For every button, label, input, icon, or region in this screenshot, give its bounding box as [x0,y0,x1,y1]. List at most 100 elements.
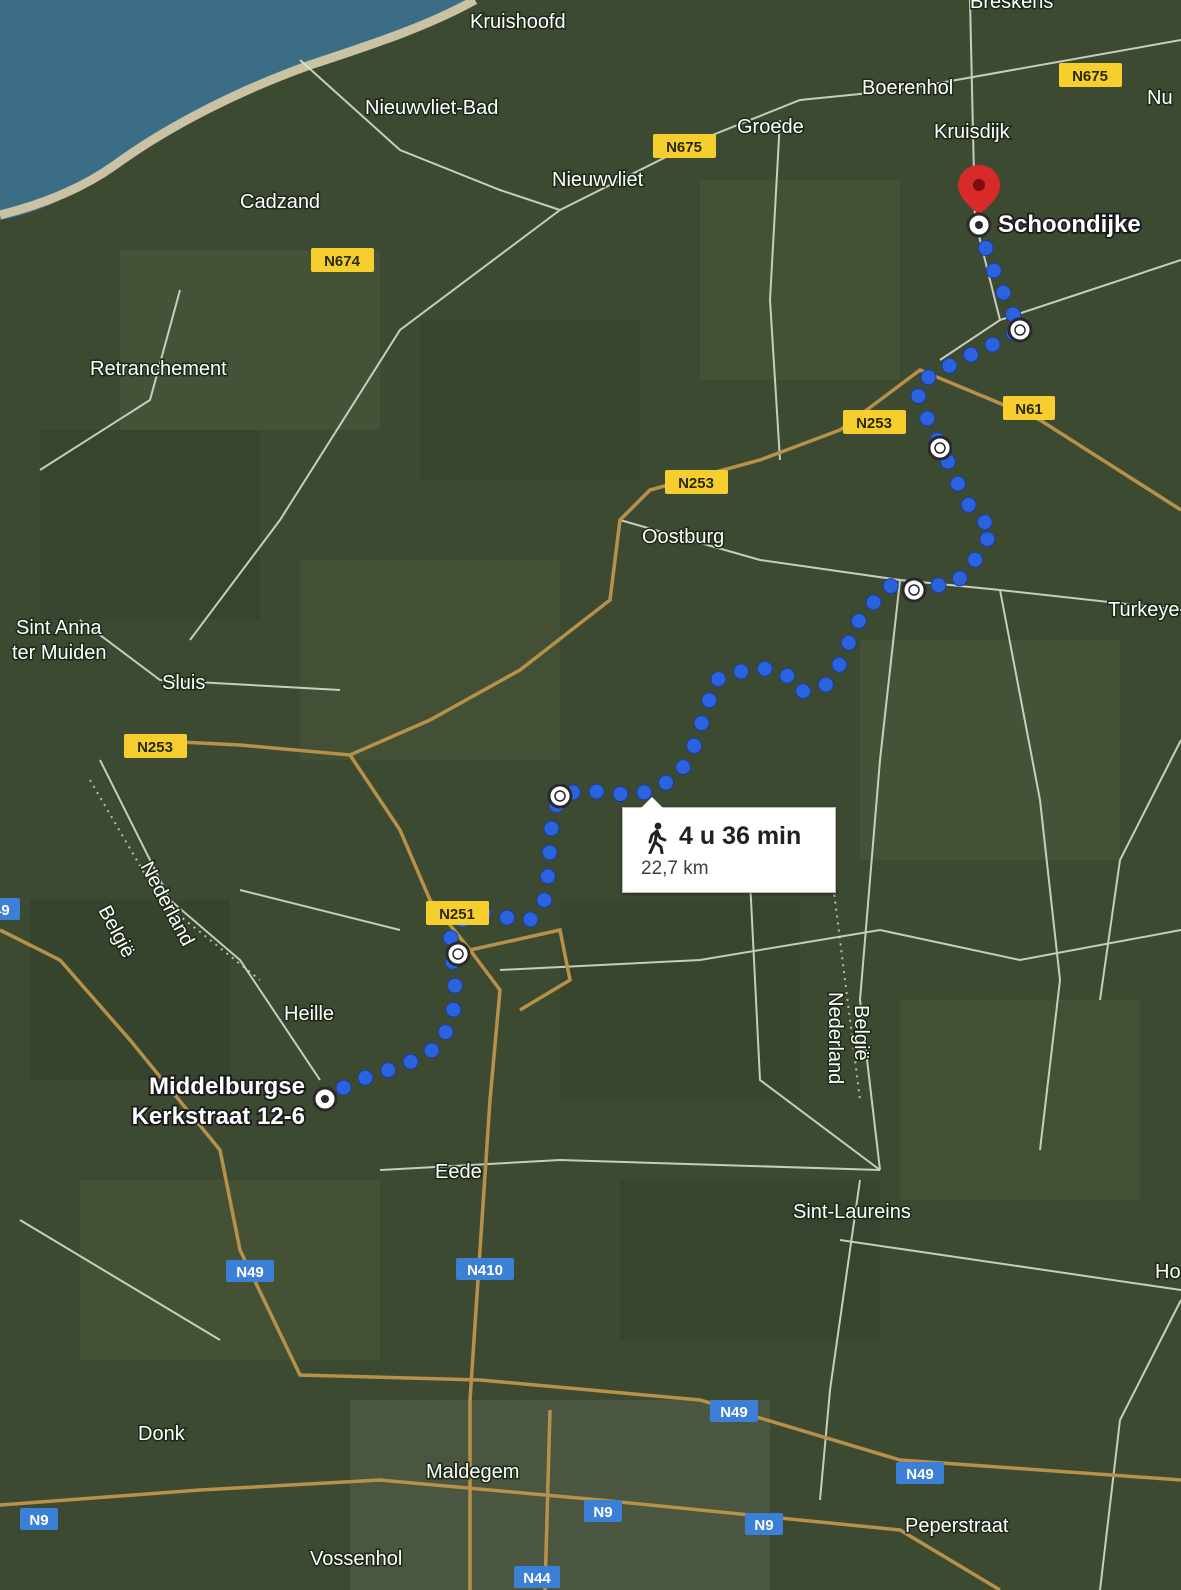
walking-icon [648,822,667,854]
place-label-ho-partial: Ho [1155,1261,1181,1283]
svg-text:N253: N253 [678,475,714,492]
origin-label-line2[interactable]: Kerkstraat 12-6 [130,1101,307,1132]
satellite-map[interactable]: Kruishoofd Breskens Nieuwvliet-Bad Groed… [0,0,1181,1590]
route-dot [941,357,958,374]
route-dot [995,284,1012,301]
place-label-sint-anna-line1: Sint Anna [16,617,103,639]
route-dot [499,909,515,926]
road-shield-n251: N251 [426,901,489,925]
route-dot [930,577,947,594]
road-shield-n61: N61 [1003,396,1055,420]
route-dot [588,783,605,800]
place-label-cadzand: Cadzand [240,191,320,213]
road-shield-n9: N9 [745,1513,783,1535]
route-dot [850,613,867,629]
route-dot [543,820,560,837]
route-dot [795,683,812,700]
route-dot [840,634,857,651]
waypoint-marker-center [1014,324,1026,336]
route-dot [977,240,994,256]
route-dot [686,737,703,754]
destination-label[interactable]: Schoondijke [996,209,1142,240]
road-shield-n9: N9 [20,1508,58,1530]
waypoint-marker-center [452,948,464,960]
svg-text:N253: N253 [856,415,892,432]
route-dot [733,663,750,680]
place-label-nu-partial: Nu [1147,87,1173,109]
route-info-callout[interactable]: 4 u 36 min 22,7 km [622,797,836,893]
svg-text:N253: N253 [137,739,173,756]
route-dot [949,475,966,492]
route-dot [910,388,927,405]
place-label-kruishoofd: Kruishoofd [470,11,566,33]
place-label-nieuwvliet-bad: Nieuwvliet-Bad [365,97,498,119]
place-label-retranchement: Retranchement [90,358,227,380]
route-dot [984,336,1001,353]
svg-text:N61: N61 [1015,401,1043,418]
origin-marker-icon[interactable] [312,1086,338,1112]
road-shield-n253: N253 [665,470,728,494]
place-label-kruisdijk: Kruisdijk [934,121,1011,143]
route-dot [447,977,463,994]
place-label-sluis: Sluis [162,672,205,694]
svg-text:N251: N251 [439,906,475,923]
route-dot [541,844,558,861]
place-label-peperstraat: Peperstraat [905,1515,1009,1537]
svg-text:N49: N49 [720,1404,748,1421]
place-label-breskens: Breskens [970,0,1053,13]
route-dot [865,594,882,611]
route-dot [423,1042,440,1059]
place-label-heille: Heille [284,1003,334,1025]
route-dot [357,1069,374,1086]
route-dot [962,346,979,363]
route-dot [710,671,727,688]
route-dot [979,531,996,548]
route-dot [693,715,710,732]
svg-text:N49: N49 [236,1264,264,1281]
svg-text:N49: N49 [0,902,10,919]
place-label-sint-anna-line2: ter Muiden [12,642,107,664]
road-shield-n49: N49 [710,1400,758,1422]
svg-text:N9: N9 [754,1517,773,1534]
origin-label-line1[interactable]: Middelburgse [147,1071,307,1102]
place-label-turkeye: Turkeye [1108,599,1180,621]
route-dot [402,1053,419,1070]
waypoint-marker-center [934,442,946,454]
route-dot [522,911,539,928]
route-dot [612,786,629,802]
place-label-eede: Eede [435,1161,482,1183]
route-dot [335,1079,352,1096]
route-dot [756,660,773,677]
place-label-nieuwvliet: Nieuwvliet [552,169,644,191]
place-label-maldegem: Maldegem [426,1461,519,1483]
place-label-sint-laureins: Sint-Laureins [793,1201,911,1223]
road-shield-n44: N44 [514,1566,560,1588]
road-shield-n253: N253 [124,734,187,758]
route-dot [437,1024,454,1041]
route-dot [960,496,977,513]
svg-text:N675: N675 [1072,68,1108,85]
route-dot [658,774,674,791]
route-dot [536,892,553,909]
road-shield-n253: N253 [843,410,906,434]
place-label-vossenhol: Vossenhol [310,1548,402,1570]
border-label-nederland-east: Nederland [824,992,846,1084]
route-dot [967,551,984,568]
route-dot [976,514,993,531]
route-dot [919,410,936,427]
border-label-belgie-east: België [850,1005,872,1061]
waypoint-marker-center [908,584,920,596]
place-label-donk: Donk [138,1423,186,1445]
svg-text:N674: N674 [324,253,361,270]
road-shield-n410: N410 [456,1258,514,1280]
place-label-groede: Groede [737,116,804,138]
route-duration: 4 u 36 min [679,822,802,850]
route-dot [951,570,968,587]
road-shield-n675: N675 [653,134,716,158]
road-shield-n49: N49 [0,898,20,920]
route-dot [675,759,692,776]
route-dot [882,578,899,595]
place-label-boerenhol: Boerenhol [862,77,953,99]
svg-text:N9: N9 [593,1504,612,1521]
road-shield-n49: N49 [226,1260,274,1282]
